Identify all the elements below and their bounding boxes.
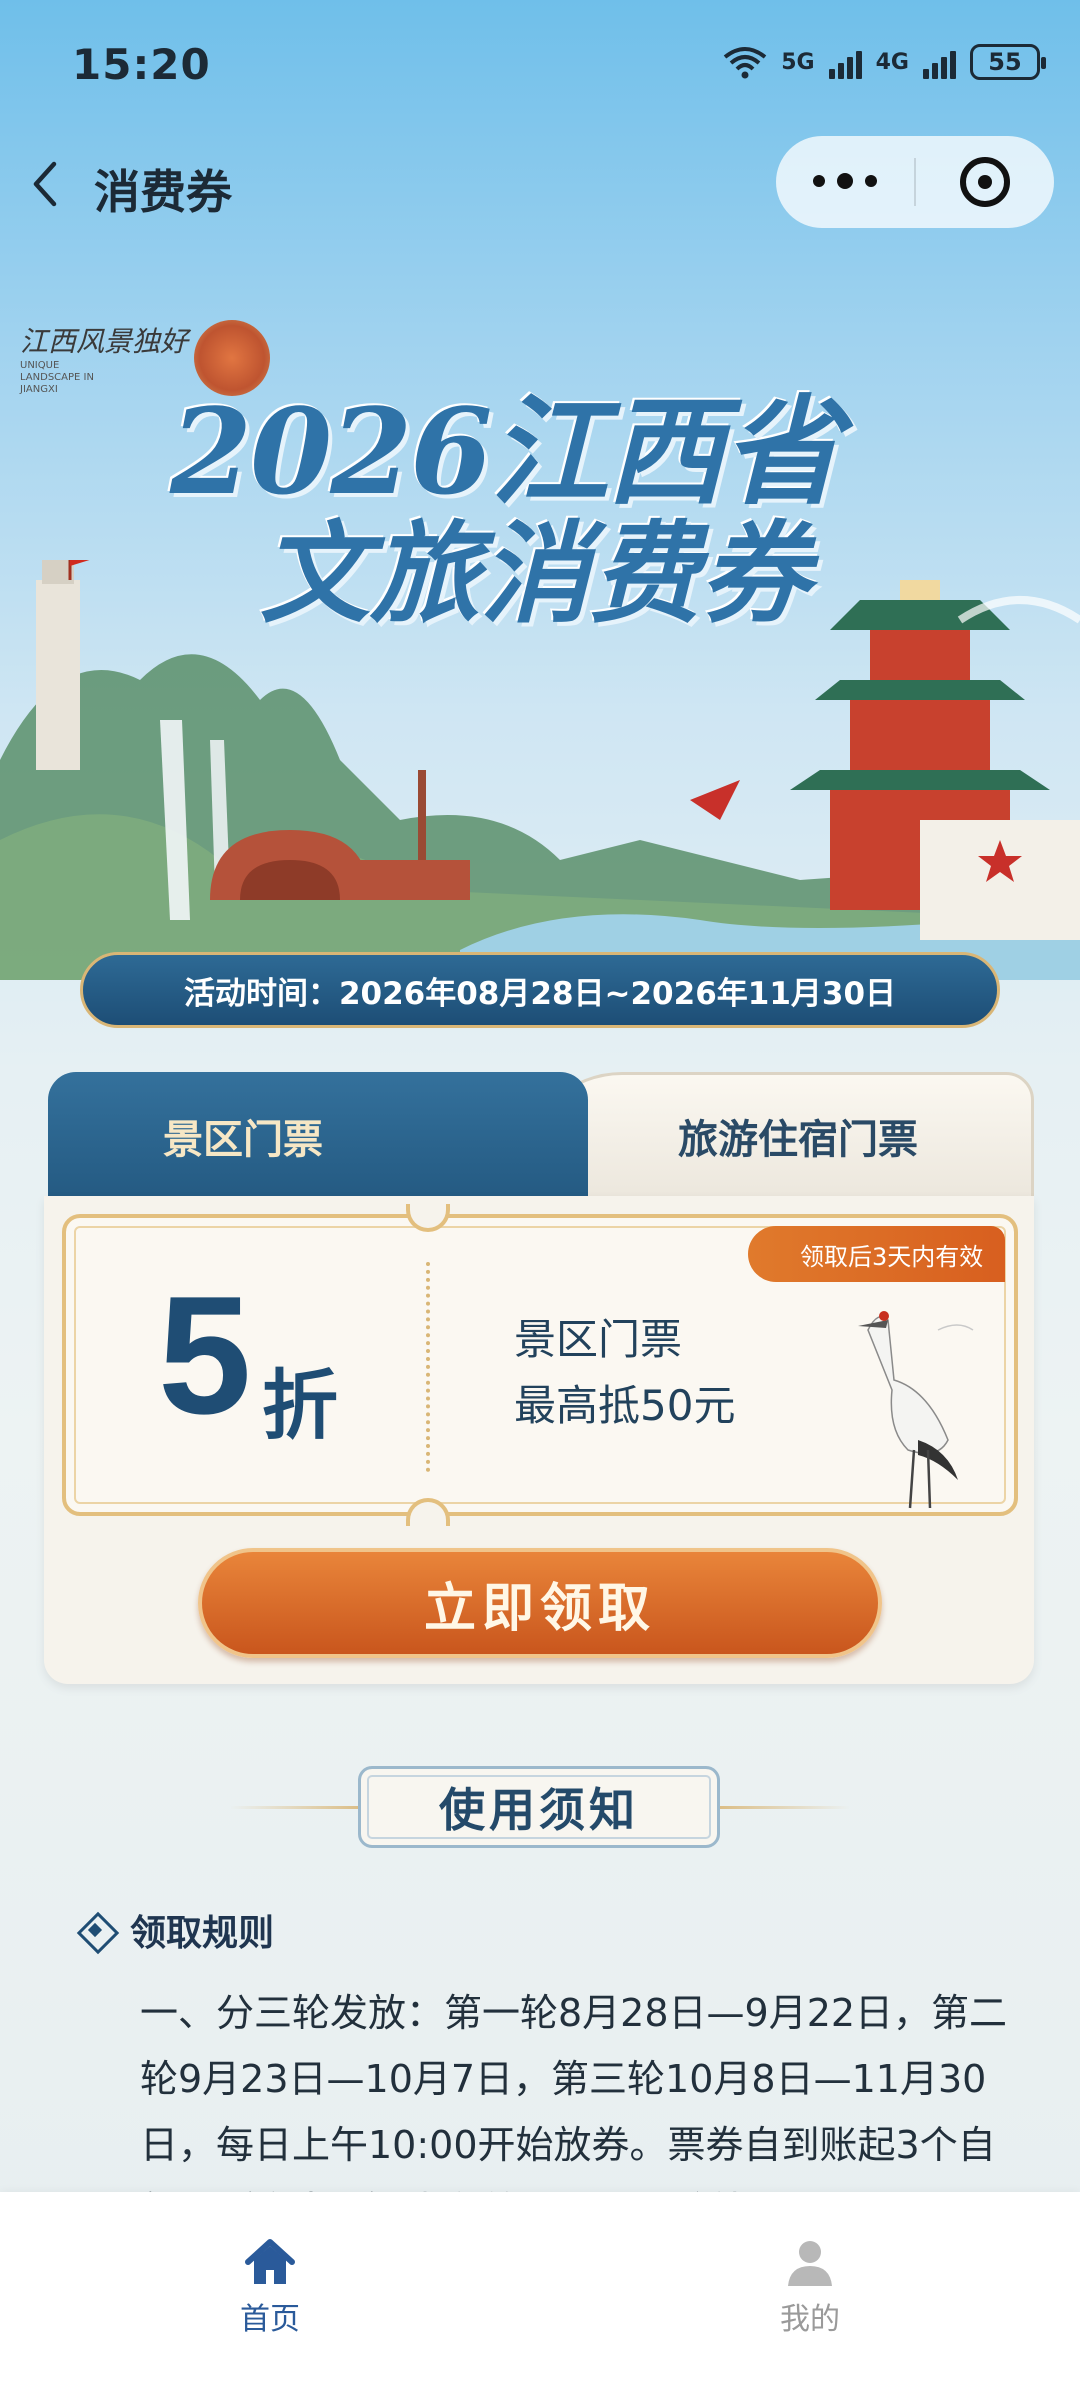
signal-4g-icon xyxy=(923,45,956,79)
bottom-tab-bar xyxy=(0,2192,1080,2387)
rule-title: 领取规则 xyxy=(130,1913,275,1954)
rule-header: 领取规则 xyxy=(78,1904,274,1956)
coupon-name: 景区门票 xyxy=(514,1315,683,1364)
mini-program-capsule xyxy=(776,136,1054,228)
back-arrow-icon[interactable] xyxy=(28,158,64,210)
diamond-icon xyxy=(78,1913,112,1947)
decor-line xyxy=(700,1806,850,1809)
signal-5g-icon xyxy=(828,45,862,79)
discount-unit: 折 xyxy=(262,1361,338,1450)
battery-icon: 55 xyxy=(970,44,1046,80)
wifi-icon xyxy=(724,47,767,79)
home-icon xyxy=(245,2239,295,2284)
tabbar-label-mine: 我的 xyxy=(780,2302,840,2337)
user-icon xyxy=(788,2241,832,2286)
ticket-divider xyxy=(426,1262,430,1472)
target-icon xyxy=(960,157,1010,207)
logo-text: 江西风景独好 xyxy=(20,325,189,358)
crane-illustration xyxy=(858,1311,974,1509)
usage-notes-title: 使用须知 xyxy=(358,1766,720,1848)
tabbar-label-home: 首页 xyxy=(240,2302,300,2337)
validity-badge: 领取后3天内有效 xyxy=(748,1226,1006,1282)
page-title: 消费券 xyxy=(94,165,232,219)
status-time: 15:20 xyxy=(72,40,211,89)
discount-value: 5 xyxy=(158,1261,252,1449)
more-options-button[interactable] xyxy=(776,173,914,189)
hero-title-line1: 2026江西省 xyxy=(170,382,840,521)
tab-scenic-tickets[interactable]: 景区门票 xyxy=(48,1072,588,1200)
tabbar-item-mine[interactable]: 我的 xyxy=(710,2238,910,2338)
claim-now-button[interactable]: 立即领取 xyxy=(198,1548,882,1658)
status-icons: 5G 4G 55 xyxy=(723,44,1046,80)
tabbar-item-home[interactable]: 首页 xyxy=(170,2238,370,2338)
tab-hotel-tickets[interactable]: 旅游住宿门票 xyxy=(522,1072,1034,1200)
coupon-limit: 最高抵50元 xyxy=(514,1381,736,1430)
logo-subtext: UNIQUE LANDSCAPE IN JIANGXI xyxy=(20,360,94,395)
network-5g-label: 5G xyxy=(781,49,815,75)
network-4g-label: 4G xyxy=(875,49,909,75)
activity-time-banner: 活动时间：2026年08月28日~2026年11月30日 xyxy=(80,952,1000,1028)
scenery-illustration xyxy=(0,560,1080,980)
close-mini-program-button[interactable] xyxy=(916,157,1054,207)
